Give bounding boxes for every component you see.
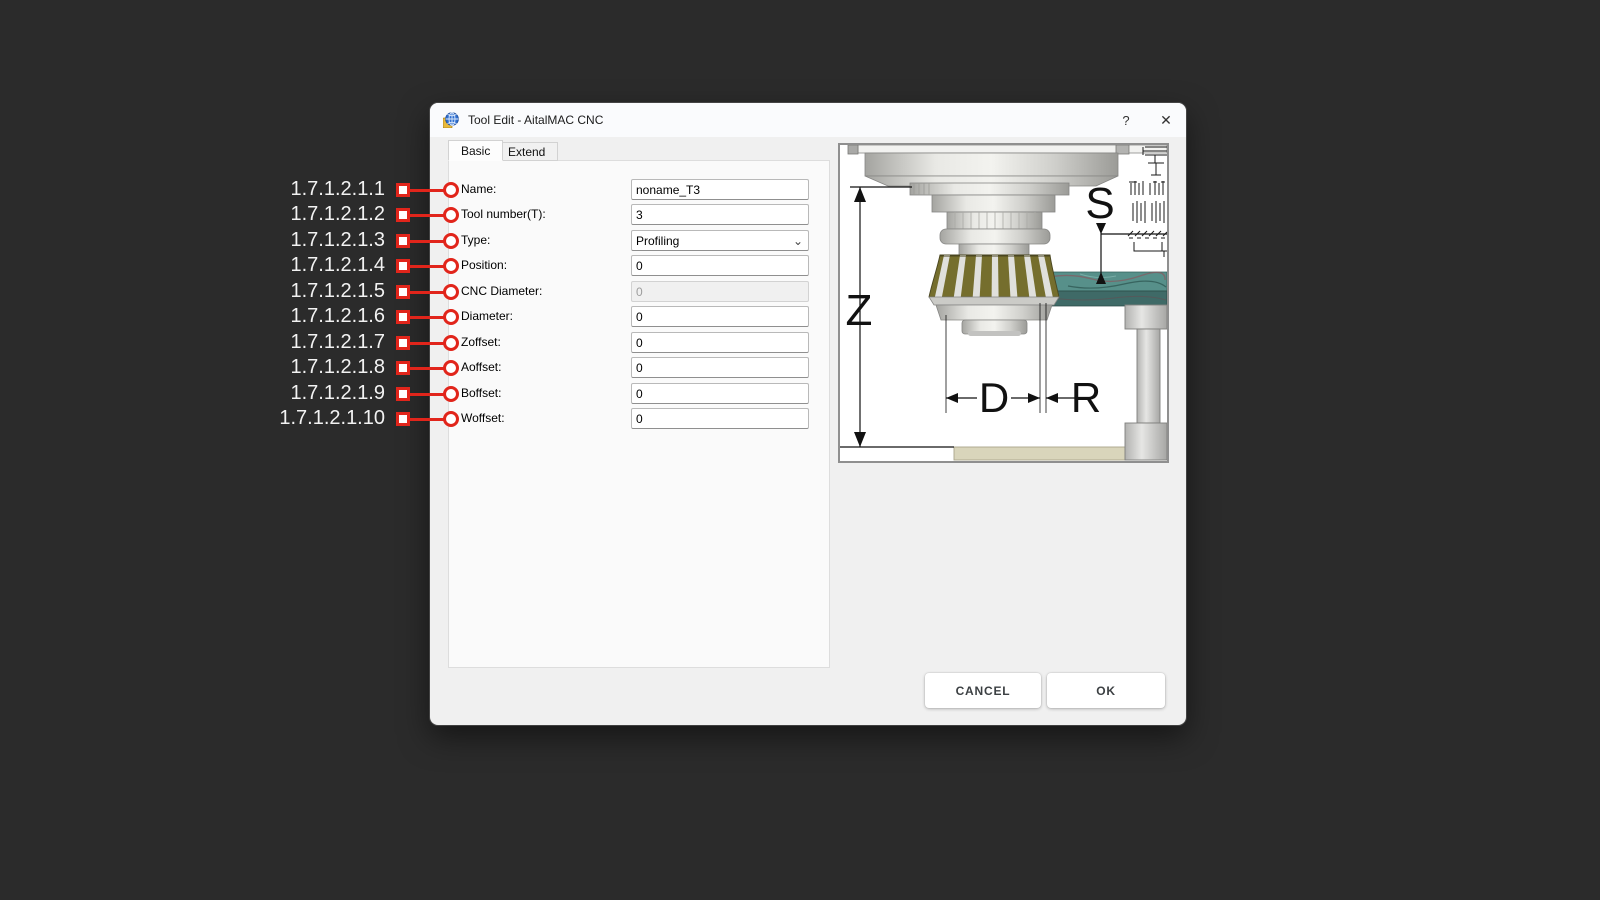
annotation-square-marker [396, 259, 410, 273]
field-label-boffset: Boffset: [461, 386, 501, 400]
annotation-square-marker [396, 183, 410, 197]
annotation-label: 1.7.1.2.1.5 [240, 278, 385, 304]
field-label-position: Position: [461, 258, 507, 272]
tool-edit-dialog: Tool Edit - AitalMAC CNC ? ✕ Basic Exten… [430, 103, 1186, 725]
annotation-square-marker [396, 412, 410, 426]
field-label-tool_number: Tool number(T): [461, 207, 546, 221]
annotation-label: 1.7.1.2.1.6 [240, 303, 385, 329]
type-select[interactable]: Profiling ⌄ [631, 230, 809, 251]
name-field[interactable] [631, 179, 809, 200]
annotation-square-marker [396, 208, 410, 222]
field-label-cnc_diameter: CNC Diameter: [461, 284, 542, 298]
tool_number-field[interactable] [631, 204, 809, 225]
annotation-square-marker [396, 234, 410, 248]
field-label-diameter: Diameter: [461, 309, 513, 323]
annotation-square-marker [396, 285, 410, 299]
annotation-square-marker [396, 387, 410, 401]
zoffset-field[interactable] [631, 332, 809, 353]
annotation-label: 1.7.1.2.1.4 [240, 252, 385, 278]
field-label-woffset: Woffset: [461, 411, 505, 425]
annotation-label: 1.7.1.2.1.8 [240, 354, 385, 380]
aoffset-field[interactable] [631, 357, 809, 378]
annotation-label: 1.7.1.2.1.2 [240, 201, 385, 227]
annotation-label: 1.7.1.2.1.10 [240, 405, 385, 431]
position-field[interactable] [631, 255, 809, 276]
boffset-field[interactable] [631, 383, 809, 404]
annotation-square-marker [396, 310, 410, 324]
selected-option-label: Profiling [636, 234, 679, 248]
field-label-name: Name: [461, 182, 496, 196]
annotation-label: 1.7.1.2.1.9 [240, 380, 385, 406]
field-label-aoffset: Aoffset: [461, 360, 501, 374]
field-label-zoffset: Zoffset: [461, 335, 501, 349]
annotation-label: 1.7.1.2.1.3 [240, 227, 385, 253]
chevron-down-icon: ⌄ [793, 231, 803, 250]
cnc_diameter-field [631, 281, 809, 302]
annotation-square-marker [396, 361, 410, 375]
screen: Tool Edit - AitalMAC CNC ? ✕ Basic Exten… [0, 0, 1600, 900]
annotation-label: 1.7.1.2.1.7 [240, 329, 385, 355]
field-label-type: Type: [461, 233, 490, 247]
annotation-square-marker [396, 336, 410, 350]
annotation-label: 1.7.1.2.1.1 [240, 176, 385, 202]
form-rows: Name: Tool number(T): Type: Profiling ⌄ Posit… [430, 103, 1186, 725]
diameter-field[interactable] [631, 306, 809, 327]
woffset-field[interactable] [631, 408, 809, 429]
